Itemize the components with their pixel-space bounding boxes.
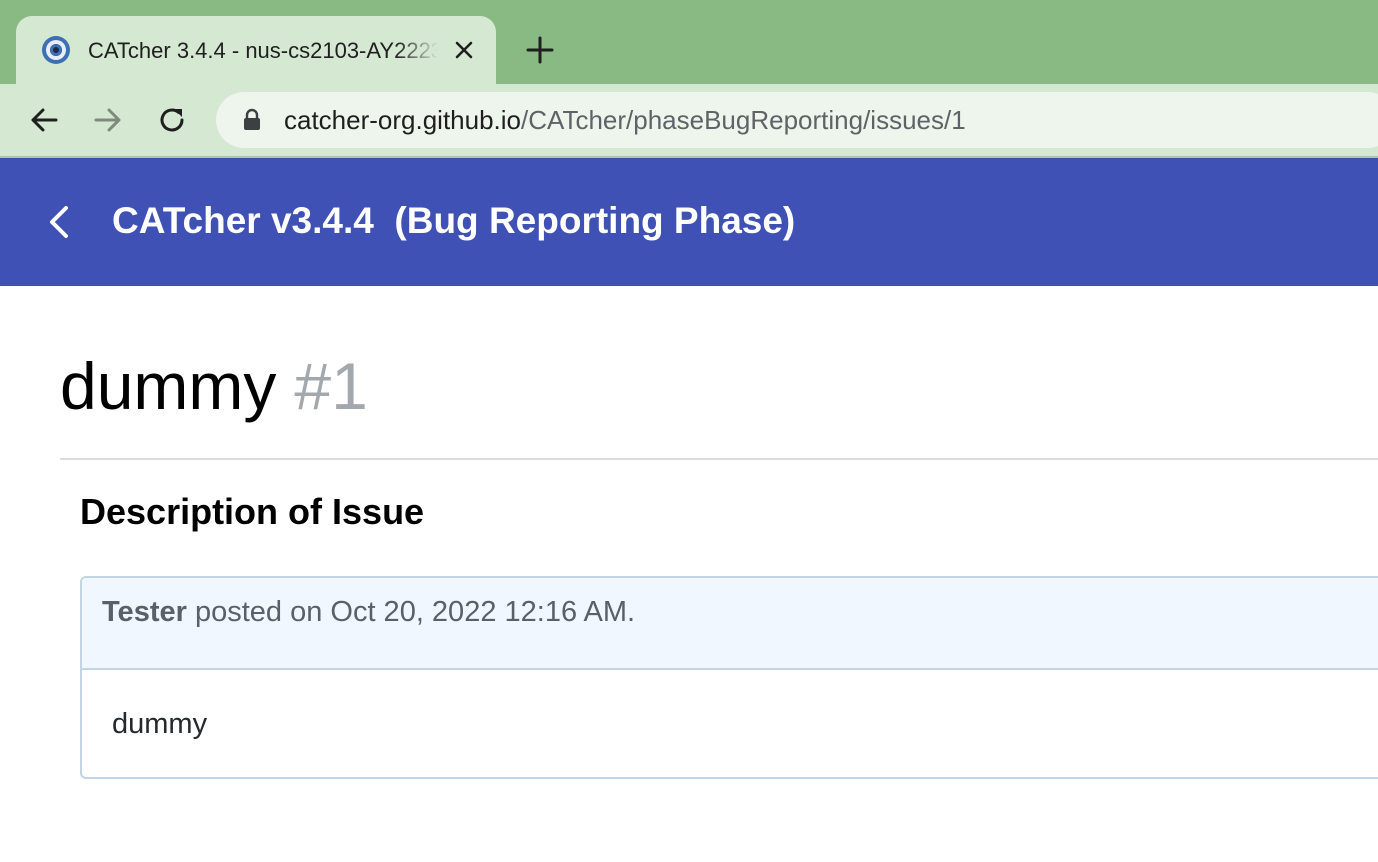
catcher-logo-icon — [42, 36, 70, 64]
comment-posted-text: posted on Oct 20, 2022 12:16 AM. — [186, 596, 636, 628]
lock-icon[interactable] — [240, 108, 264, 132]
close-icon[interactable] — [450, 36, 478, 64]
app-header: CATcher v3.4.4 (Bug Reporting Phase) — [0, 158, 1378, 286]
plus-icon[interactable] — [522, 32, 558, 68]
tab-title: CATcher 3.4.4 - nus-cs2103-AY2223S1 — [88, 38, 438, 63]
comment-author: Tester — [102, 596, 187, 628]
browser-tab[interactable]: CATcher 3.4.4 - nus-cs2103-AY2223S1 — [16, 16, 496, 84]
arrow-left-icon[interactable] — [24, 100, 64, 140]
url-path: /CATcher/phaseBugReporting/issues/1 — [521, 105, 966, 135]
issue-number: #1 — [294, 349, 368, 423]
issue-comment: Tester posted on Oct 20, 2022 12:16 AM. … — [80, 576, 1378, 779]
issue-title: dummy #1 — [60, 346, 368, 426]
comment-meta: Tester posted on Oct 20, 2022 12:16 AM. — [102, 594, 635, 630]
app-title: CATcher v3.4.4 (Bug Reporting Phase) — [112, 200, 796, 241]
browser-toolbar: catcher-org.github.io/CATcher/phaseBugRe… — [0, 84, 1378, 156]
chevron-left-icon[interactable] — [40, 202, 80, 242]
reload-icon[interactable] — [152, 100, 192, 140]
arrow-right-icon[interactable] — [88, 100, 128, 140]
title-divider — [60, 458, 1378, 460]
url-text[interactable]: catcher-org.github.io/CATcher/phaseBugRe… — [284, 104, 966, 136]
section-heading: Description of Issue — [80, 491, 425, 532]
address-bar[interactable]: catcher-org.github.io/CATcher/phaseBugRe… — [216, 92, 1378, 148]
issue-title-text: dummy — [60, 349, 277, 423]
comment-header: Tester posted on Oct 20, 2022 12:16 AM. — [82, 578, 1378, 670]
url-host: catcher-org.github.io — [284, 105, 522, 135]
browser-tabstrip: CATcher 3.4.4 - nus-cs2103-AY2223S1 — [0, 0, 1378, 84]
comment-body: dummy — [112, 708, 208, 740]
